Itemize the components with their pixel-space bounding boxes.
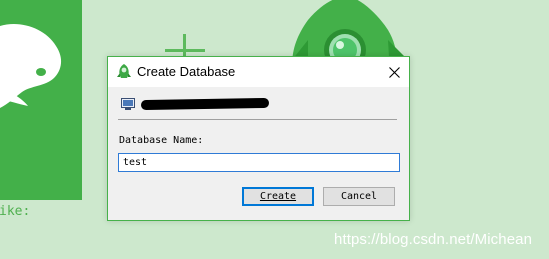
database-name-label: Database Name: [119, 135, 204, 146]
watermark-text: https://blog.csdn.net/Michean [334, 231, 533, 248]
app-logo-icon [117, 64, 131, 78]
background-logo-tile [0, 0, 82, 200]
divider [118, 119, 397, 120]
cancel-button[interactable]: Cancel [323, 187, 395, 206]
connection-name-redacted [140, 97, 270, 111]
manatee-logo-icon [0, 24, 62, 108]
background-partial-text: ike: [0, 204, 31, 219]
cancel-button-label: Cancel [340, 191, 378, 202]
database-icon [121, 98, 135, 110]
close-button[interactable] [379, 57, 409, 87]
create-button-label: Create [259, 191, 297, 202]
create-database-dialog: Create Database Database Name: Create Ca… [107, 56, 410, 221]
create-button[interactable]: Create [242, 187, 314, 206]
database-name-input[interactable] [118, 153, 400, 172]
dialog-title: Create Database [137, 64, 236, 79]
dialog-titlebar[interactable]: Create Database [108, 57, 409, 87]
close-icon [388, 66, 400, 78]
